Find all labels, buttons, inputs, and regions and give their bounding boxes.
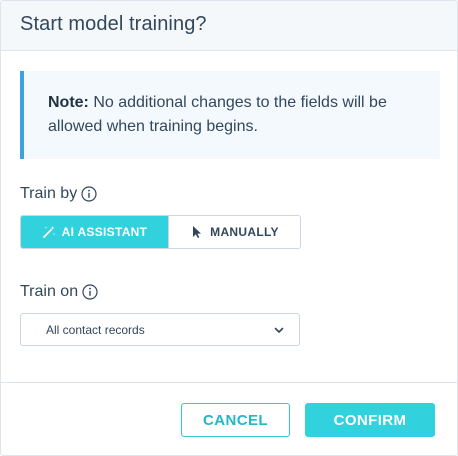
footer-divider xyxy=(1,382,457,383)
ai-assistant-label: AI ASSISTANT xyxy=(61,225,148,239)
dialog-header: Start model training? xyxy=(1,1,457,51)
note-callout: Note: No additional changes to the field… xyxy=(20,71,440,159)
note-label: Note: xyxy=(48,94,89,111)
train-by-label-row: Train by xyxy=(20,185,97,203)
info-icon[interactable] xyxy=(82,284,98,300)
manually-option[interactable]: MANUALLY xyxy=(167,216,300,248)
cancel-button[interactable]: CANCEL xyxy=(181,403,290,437)
ai-assistant-option[interactable]: AI ASSISTANT xyxy=(21,216,168,248)
info-icon[interactable] xyxy=(81,186,97,202)
manually-label: MANUALLY xyxy=(210,225,279,239)
note-text: No additional changes to the fields will… xyxy=(48,94,387,135)
train-on-label-row: Train on xyxy=(20,283,98,301)
start-training-dialog: Start model training? Note: No additiona… xyxy=(0,0,458,456)
train-on-select[interactable]: All contact records xyxy=(20,313,300,346)
train-by-toggle: AI ASSISTANT MANUALLY xyxy=(20,215,301,249)
magic-wand-icon xyxy=(42,226,55,238)
train-on-label: Train on xyxy=(20,283,79,300)
cursor-pointer-icon xyxy=(193,226,202,238)
dialog-title: Start model training? xyxy=(20,13,207,35)
train-on-selected-value: All contact records xyxy=(46,322,145,337)
chevron-down-icon xyxy=(274,327,284,333)
confirm-button[interactable]: CONFIRM xyxy=(305,403,435,437)
train-by-label: Train by xyxy=(20,185,78,202)
